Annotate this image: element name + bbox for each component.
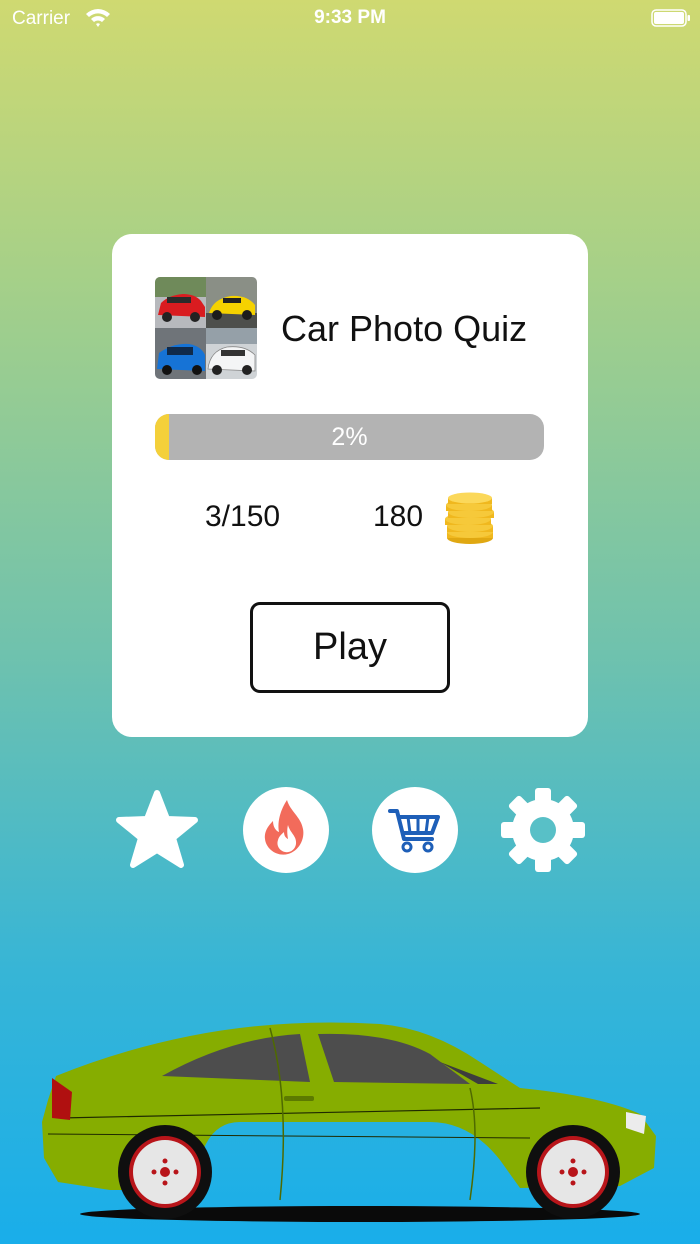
cart-icon	[388, 809, 440, 853]
progress-bar: 2%	[155, 414, 544, 460]
settings-button[interactable]	[500, 787, 586, 873]
shop-button[interactable]	[372, 787, 458, 873]
car-illustration	[42, 1022, 656, 1222]
status-bar: Carrier 9:33 PM	[0, 0, 700, 40]
levels-completed: 3/150	[205, 500, 281, 533]
gear-icon	[501, 788, 585, 872]
star-icon	[116, 790, 198, 868]
quiz-card: Car Photo Quiz 2% 3/150 180 Play	[112, 234, 588, 737]
play-button[interactable]: Play	[250, 602, 450, 693]
battery-icon	[651, 9, 690, 27]
favorites-button[interactable]	[114, 787, 200, 873]
coins-count: 180	[373, 500, 424, 533]
hot-button[interactable]	[243, 787, 329, 873]
clock: 9:33 PM	[314, 7, 386, 28]
quiz-title: Car Photo Quiz	[281, 308, 528, 349]
progress-label: 2%	[331, 423, 368, 451]
quiz-thumbnail	[155, 277, 257, 379]
coins-icon	[445, 492, 494, 544]
flame-icon	[264, 800, 304, 855]
